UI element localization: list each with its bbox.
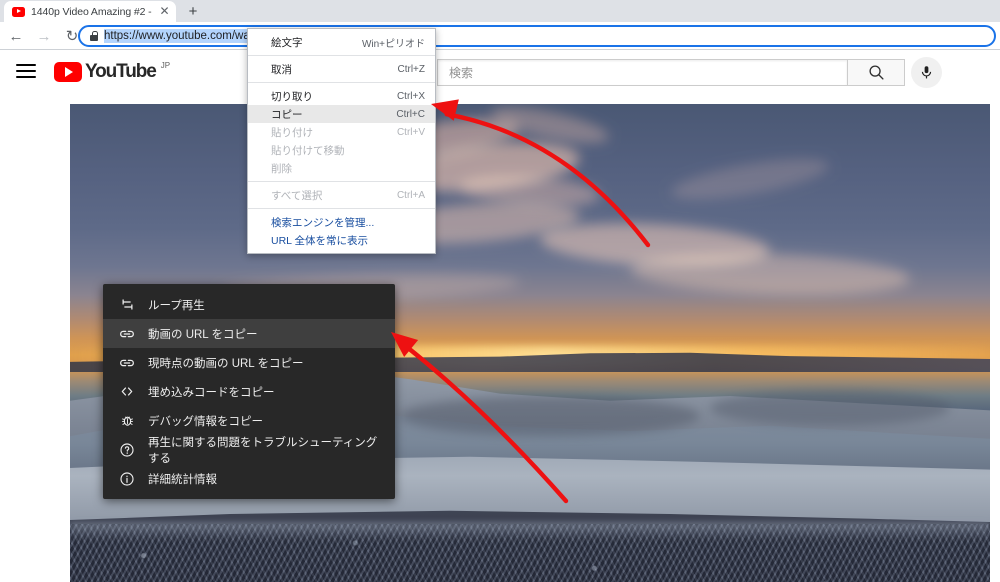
search-input[interactable]: 検索: [437, 59, 847, 86]
foreground-gravel: [70, 524, 990, 582]
context-menu-separator: [248, 208, 435, 209]
context-menu-item[interactable]: 絵文字 Win+ピリオド: [248, 33, 435, 51]
help-circle-icon: [119, 442, 135, 458]
menu-item-loop[interactable]: ループ再生: [103, 290, 395, 319]
video-context-menu[interactable]: ループ再生 動画の URL をコピー 現時点の動画の URL をコピー 埋め込み…: [103, 284, 395, 499]
context-menu-item-label: コピー: [271, 108, 303, 121]
menu-item-copy-video-url[interactable]: 動画の URL をコピー: [103, 319, 395, 348]
youtube-logo-text: YouTube: [85, 60, 157, 82]
menu-item-label: 動画の URL をコピー: [148, 328, 258, 341]
tab-strip: 1440p Video Amazing #2 - YouT ✕ +: [0, 0, 1000, 22]
context-menu-item-shortcut: Win+ピリオド: [361, 38, 425, 50]
address-bar[interactable]: https://www.youtube.com/watch: [78, 25, 996, 47]
context-menu-item-label: すべて選択: [271, 189, 323, 202]
context-menu-separator: [248, 181, 435, 182]
context-menu-item-label: 貼り付け: [271, 126, 313, 139]
menu-item-copy-debug-info[interactable]: デバッグ情報をコピー: [103, 406, 395, 435]
context-menu-item[interactable]: URL 全体を常に表示: [248, 231, 435, 249]
context-menu-item[interactable]: 貼り付けて移動: [248, 141, 435, 159]
address-bar-url: https://www.youtube.com/watch: [104, 29, 266, 43]
menu-item-copy-embed-code[interactable]: 埋め込みコードをコピー: [103, 377, 395, 406]
link-icon: [119, 355, 135, 371]
new-tab-button[interactable]: +: [184, 3, 202, 21]
search-icon: [868, 65, 884, 80]
context-menu-separator: [248, 82, 435, 83]
menu-item-copy-video-url-at-time[interactable]: 現時点の動画の URL をコピー: [103, 348, 395, 377]
bug-icon: [119, 413, 135, 428]
context-menu-item[interactable]: 切り取り Ctrl+X: [248, 87, 435, 105]
search-placeholder: 検索: [449, 66, 474, 80]
menu-item-troubleshoot-playback[interactable]: 再生に関する問題をトラブルシューティングする: [103, 435, 395, 465]
microphone-icon: [921, 66, 932, 79]
menu-item-label: 現時点の動画の URL をコピー: [148, 357, 304, 370]
context-menu-item-shortcut: Ctrl+A: [396, 189, 425, 201]
context-menu-item-label: 取消: [271, 63, 292, 76]
menu-item-label: 埋め込みコードをコピー: [148, 386, 275, 399]
voice-search-button[interactable]: [911, 57, 942, 88]
link-icon: [119, 326, 135, 342]
address-bar-context-menu[interactable]: 絵文字 Win+ピリオド取消 Ctrl+Z 切り取り Ctrl+X コピー Ctrl+C 貼り…: [247, 28, 436, 254]
youtube-search-area: 検索: [437, 57, 942, 88]
context-menu-item-label: 検索エンジンを管理...: [271, 216, 375, 229]
info-circle-icon: [119, 471, 135, 487]
menu-item-label: ループ再生: [148, 299, 205, 312]
menu-item-stats-for-nerds[interactable]: 詳細統計情報: [103, 464, 395, 493]
youtube-logo[interactable]: YouTube JP: [54, 61, 170, 82]
context-menu-item-label: 削除: [271, 162, 292, 175]
context-menu-separator: [248, 55, 435, 56]
context-menu-item[interactable]: コピー Ctrl+C: [248, 105, 435, 123]
search-button[interactable]: [847, 59, 905, 86]
context-menu-item-label: 切り取り: [271, 90, 313, 103]
context-menu-item-shortcut: Ctrl+C: [396, 108, 425, 120]
context-menu-item-shortcut: Ctrl+Z: [397, 63, 426, 75]
youtube-play-icon: [54, 61, 82, 82]
menu-item-label: 再生に関する問題をトラブルシューティングする: [148, 436, 378, 465]
hamburger-icon[interactable]: [16, 64, 36, 78]
browser-window: 1440p Video Amazing #2 - YouT ✕ + ← → ↻ …: [0, 0, 1000, 582]
context-menu-item-label: 貼り付けて移動: [271, 144, 345, 157]
youtube-favicon-icon: [12, 6, 25, 17]
context-menu-item-label: 絵文字: [271, 36, 303, 49]
context-menu-item[interactable]: 削除: [248, 159, 435, 177]
forward-icon[interactable]: →: [32, 24, 56, 48]
loop-icon: [119, 297, 135, 312]
youtube-country-code: JP: [160, 60, 171, 70]
context-menu-item[interactable]: すべて選択 Ctrl+A: [248, 186, 435, 204]
context-menu-item-shortcut: Ctrl+X: [396, 90, 425, 102]
context-menu-item[interactable]: 取消 Ctrl+Z: [248, 60, 435, 78]
context-menu-item[interactable]: 貼り付け Ctrl+V: [248, 123, 435, 141]
code-icon: [119, 384, 135, 399]
back-icon[interactable]: ←: [4, 24, 28, 48]
context-menu-item[interactable]: 検索エンジンを管理...: [248, 213, 435, 231]
lock-icon[interactable]: [90, 31, 99, 41]
browser-tab[interactable]: 1440p Video Amazing #2 - YouT ✕: [4, 1, 176, 22]
menu-item-label: デバッグ情報をコピー: [148, 415, 263, 428]
menu-item-label: 詳細統計情報: [148, 473, 217, 486]
context-menu-item-shortcut: Ctrl+V: [396, 126, 425, 138]
tab-title: 1440p Video Amazing #2 - YouT: [31, 5, 152, 18]
context-menu-item-label: URL 全体を常に表示: [271, 234, 369, 247]
close-icon[interactable]: ✕: [158, 5, 171, 18]
